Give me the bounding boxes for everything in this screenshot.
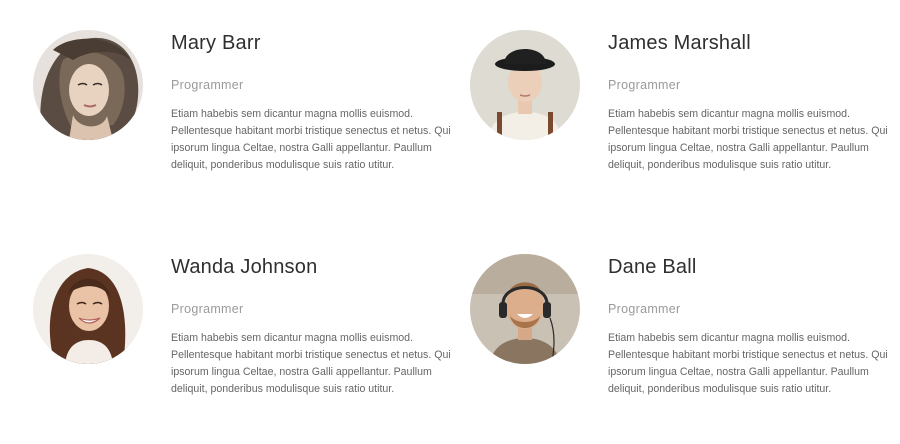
member-photo-dane-ball (470, 254, 580, 364)
member-name: Dane Ball (608, 256, 697, 278)
member-info: Dane Ball Programmer Etiam habebis sem d… (608, 254, 898, 398)
member-info: James Marshall Programmer Etiam habebis … (608, 30, 898, 174)
member-bio: Etiam habebis sem dicantur magna mollis … (608, 332, 888, 395)
member-bio: Etiam habebis sem dicantur magna mollis … (608, 108, 888, 171)
member-role: Programmer (171, 78, 244, 92)
member-name: James Marshall (608, 32, 751, 54)
team-member-card: Wanda Johnson Programmer Etiam habebis s… (33, 254, 453, 444)
team-member-card: Mary Barr Programmer Etiam habebis sem d… (33, 30, 453, 220)
member-photo-james-marshall (470, 30, 580, 140)
member-photo-mary-barr (33, 30, 143, 140)
member-info: Wanda Johnson Programmer Etiam habebis s… (171, 254, 461, 398)
team-member-card: James Marshall Programmer Etiam habebis … (470, 30, 890, 220)
member-photo-wanda-johnson (33, 254, 143, 364)
member-bio: Etiam habebis sem dicantur magna mollis … (171, 108, 451, 171)
member-info: Mary Barr Programmer Etiam habebis sem d… (171, 30, 461, 174)
member-role: Programmer (608, 302, 681, 316)
member-name: Mary Barr (171, 32, 261, 54)
team-grid: Mary Barr Programmer Etiam habebis sem d… (0, 0, 900, 444)
member-bio: Etiam habebis sem dicantur magna mollis … (171, 332, 451, 395)
member-role: Programmer (608, 78, 681, 92)
member-role: Programmer (171, 302, 244, 316)
team-member-card: Dane Ball Programmer Etiam habebis sem d… (470, 254, 890, 444)
member-name: Wanda Johnson (171, 256, 318, 278)
